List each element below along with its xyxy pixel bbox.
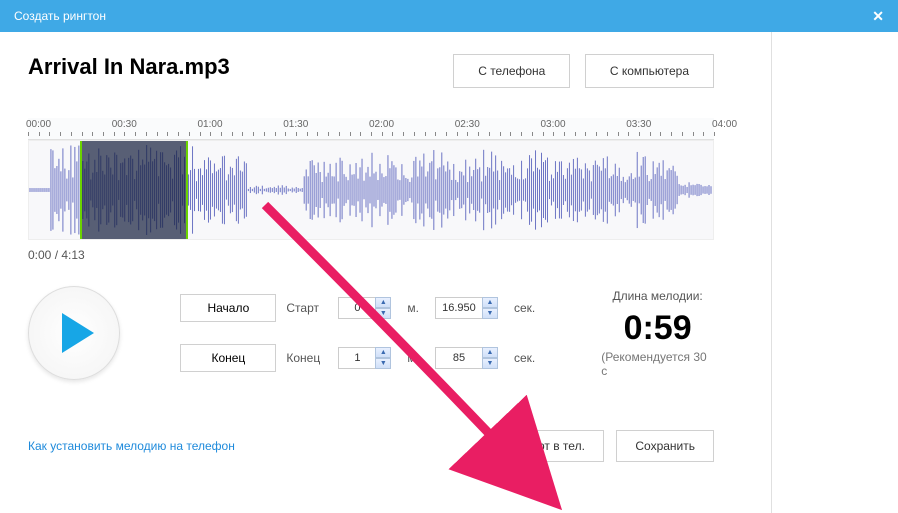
duration-value: 0:59 bbox=[624, 309, 692, 348]
end-min-stepper[interactable]: ▲▼ bbox=[375, 347, 391, 369]
close-icon[interactable]: ✕ bbox=[872, 8, 884, 25]
save-button[interactable]: Сохранить bbox=[616, 430, 714, 462]
from-phone-button[interactable]: С телефона bbox=[453, 54, 570, 88]
end-min-input[interactable] bbox=[338, 347, 376, 369]
end-sec-stepper[interactable]: ▲▼ bbox=[482, 347, 498, 369]
set-start-button[interactable]: Начало bbox=[180, 294, 276, 322]
waveform[interactable] bbox=[28, 140, 714, 240]
unit-sec: сек. bbox=[514, 301, 535, 315]
play-icon bbox=[62, 313, 94, 353]
unit-sec-2: сек. bbox=[514, 351, 535, 365]
end-label: Конец bbox=[286, 351, 328, 365]
set-end-button[interactable]: Конец bbox=[180, 344, 276, 372]
duration-title: Длина мелодии: bbox=[612, 289, 702, 303]
time-ruler: 00:0000:3001:0001:3002:0002:3003:0003:30… bbox=[28, 118, 714, 140]
help-link[interactable]: Как установить мелодию на телефон bbox=[28, 439, 235, 453]
file-name: Arrival In Nara.mp3 bbox=[28, 54, 230, 80]
import-button[interactable]: Импорт в тел. bbox=[489, 430, 604, 462]
play-button[interactable] bbox=[28, 286, 120, 380]
start-min-input[interactable] bbox=[338, 297, 376, 319]
from-computer-button[interactable]: С компьютера bbox=[585, 54, 714, 88]
unit-min-2: м. bbox=[407, 351, 419, 365]
start-sec-stepper[interactable]: ▲▼ bbox=[482, 297, 498, 319]
title-bar: Создать рингтон ✕ bbox=[0, 0, 898, 32]
start-label: Старт bbox=[286, 301, 328, 315]
playback-position: 0:00 / 4:13 bbox=[28, 248, 714, 262]
start-min-stepper[interactable]: ▲▼ bbox=[375, 297, 391, 319]
unit-min: м. bbox=[407, 301, 419, 315]
window-title: Создать рингтон bbox=[14, 9, 106, 23]
duration-recommend: (Рекомендуется 30 с bbox=[601, 350, 714, 378]
timeline[interactable]: 00:0000:3001:0001:3002:0002:3003:0003:30… bbox=[28, 118, 714, 262]
start-sec-input[interactable] bbox=[435, 297, 483, 319]
selection-region[interactable] bbox=[80, 141, 187, 239]
panel-divider bbox=[771, 32, 772, 513]
end-sec-input[interactable] bbox=[435, 347, 483, 369]
